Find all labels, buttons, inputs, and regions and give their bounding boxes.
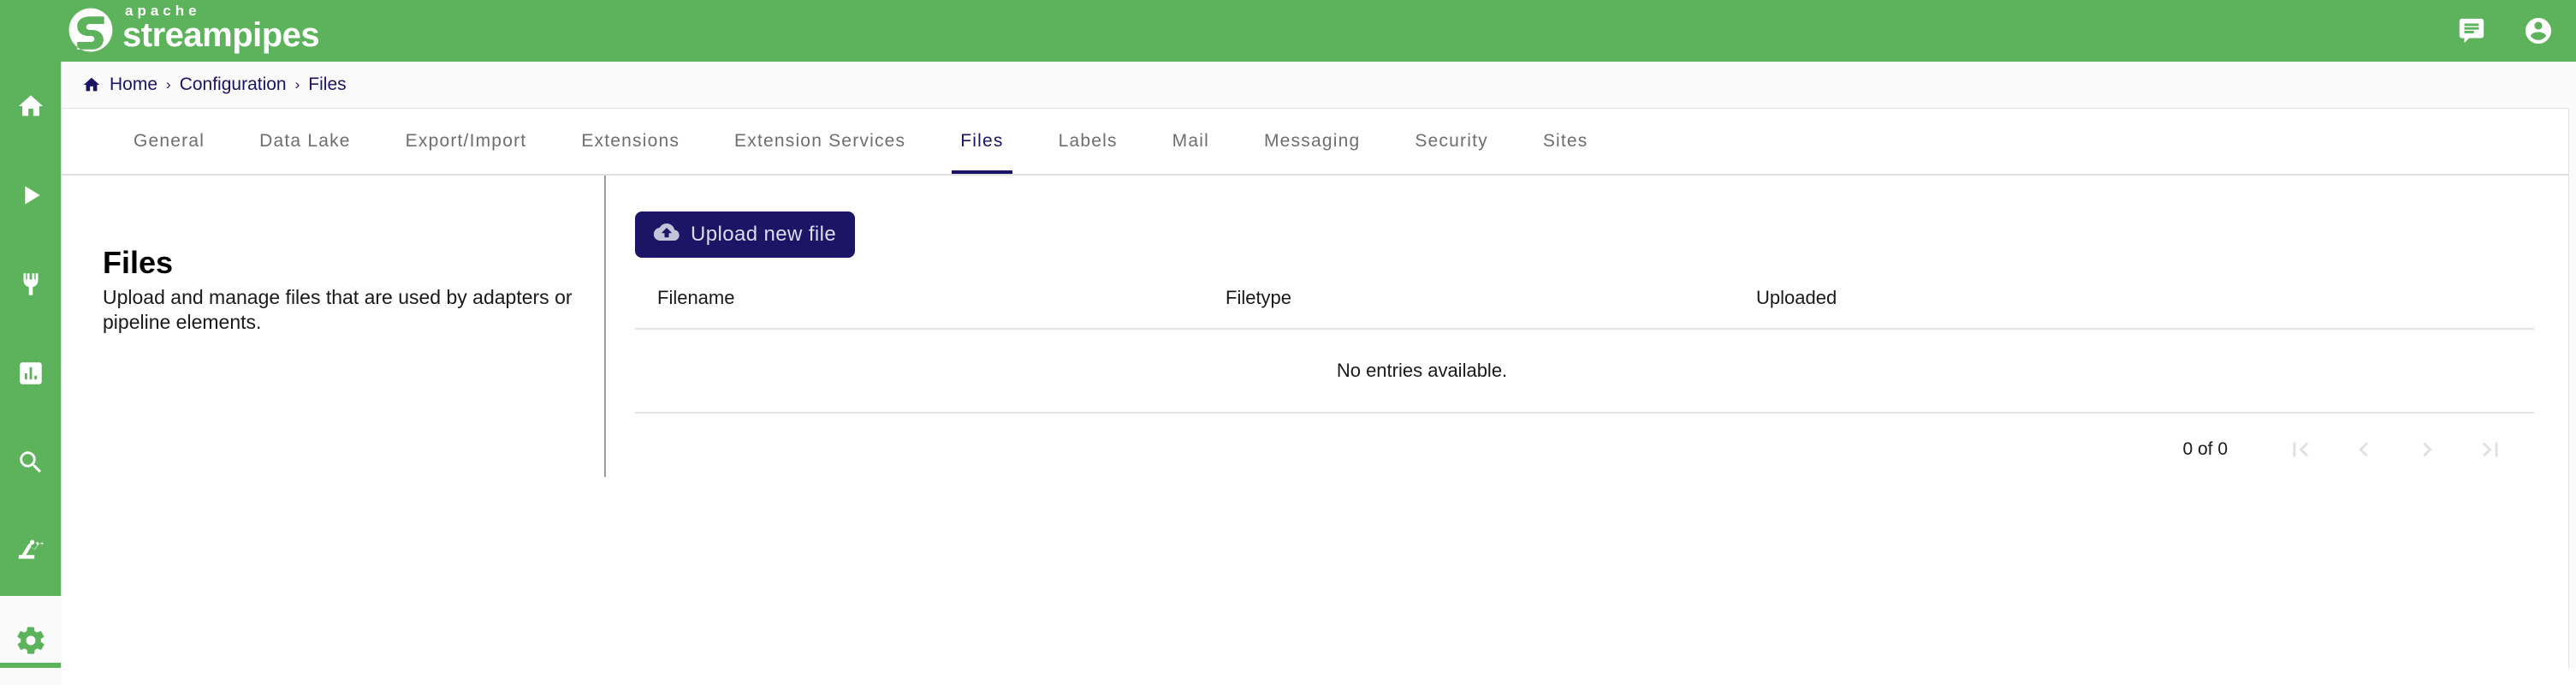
tab-messaging[interactable]: Messaging	[1237, 109, 1387, 174]
tab-label: Mail	[1172, 131, 1209, 152]
last-page-icon	[2476, 435, 2505, 464]
sidebar-item-pipelines[interactable]	[0, 151, 62, 240]
app-header: apache streampipes	[0, 0, 2576, 62]
table-empty-row: No entries available.	[635, 329, 2534, 413]
sidebar-item-configuration[interactable]	[0, 596, 62, 685]
files-table-panel: Upload new file Filename Filetype Upload…	[606, 176, 2568, 668]
tab-label: Extensions	[581, 131, 680, 152]
files-panel: Files Upload and manage files that are u…	[62, 175, 2569, 668]
account-icon[interactable]	[2523, 15, 2554, 46]
tab-labels[interactable]: Labels	[1031, 109, 1145, 174]
tab-label: Messaging	[1264, 131, 1360, 152]
configuration-tabs: General Data Lake Export/Import Extensio…	[62, 108, 2569, 175]
breadcrumb-configuration[interactable]: Configuration	[180, 74, 287, 95]
upload-button-label: Upload new file	[691, 223, 836, 247]
play-icon	[17, 182, 45, 209]
table-paginator: 0 of 0	[635, 414, 2534, 485]
tab-label: Labels	[1059, 131, 1118, 152]
sidebar-item-home[interactable]	[0, 62, 62, 151]
column-header-filename[interactable]: Filename	[635, 287, 1226, 329]
breadcrumb-separator-2: ›	[294, 76, 302, 93]
page-description: Upload and manage files that are used by…	[103, 285, 580, 336]
sidebar-item-connect[interactable]	[0, 240, 62, 329]
table-header-row: Filename Filetype Uploaded	[635, 287, 2534, 329]
upload-new-file-button[interactable]: Upload new file	[635, 211, 855, 258]
breadcrumb: Home › Configuration › Files	[62, 62, 2576, 108]
page-title: Files	[103, 246, 580, 280]
feedback-icon[interactable]	[2456, 15, 2487, 46]
sidebar-item-assets[interactable]	[0, 507, 62, 596]
breadcrumb-separator-1: ›	[164, 76, 173, 93]
tab-extension-services[interactable]: Extension Services	[707, 109, 933, 174]
tab-label: General	[134, 131, 205, 152]
home-icon	[16, 92, 45, 121]
tab-export-import[interactable]: Export/Import	[378, 109, 555, 174]
tab-label: Export/Import	[406, 131, 527, 152]
paginator-range-label: 0 of 0	[2182, 439, 2228, 460]
tab-label: Sites	[1543, 131, 1588, 152]
logo-product-text: streampipes	[122, 19, 319, 51]
page-container: Home › Configuration › Files General Dat…	[62, 62, 2576, 668]
sidebar-item-dashboard[interactable]	[0, 329, 62, 418]
breadcrumb-home[interactable]: Home	[110, 74, 157, 95]
no-entries-message: No entries available.	[635, 329, 2534, 413]
breadcrumb-home-icon[interactable]	[82, 75, 101, 94]
tab-label: Extension Services	[734, 131, 905, 152]
tab-label: Files	[960, 131, 1003, 152]
search-icon	[16, 448, 45, 477]
files-table: Filename Filetype Uploaded No entries av…	[635, 287, 2534, 414]
description-panel: Files Upload and manage files that are u…	[62, 176, 606, 477]
tab-label: Security	[1415, 131, 1487, 152]
column-header-filetype[interactable]: Filetype	[1226, 287, 1756, 329]
plug-icon	[16, 270, 45, 299]
paginator-next-page-button[interactable]	[2395, 418, 2459, 481]
tab-mail[interactable]: Mail	[1145, 109, 1237, 174]
paginator-last-page-button[interactable]	[2459, 418, 2522, 481]
tab-general[interactable]: General	[106, 109, 232, 174]
chevron-left-icon	[2349, 435, 2378, 464]
sidebar-nav	[0, 62, 62, 668]
paginator-first-page-button[interactable]	[2269, 418, 2332, 481]
robot-arm-icon	[16, 537, 45, 566]
breadcrumb-files: Files	[308, 74, 346, 95]
chevron-right-icon	[2413, 435, 2442, 464]
sidebar-item-data-explorer[interactable]	[0, 418, 62, 507]
files-table-head: Filename Filetype Uploaded	[635, 287, 2534, 329]
sidebar-active-accent	[0, 663, 61, 668]
paginator-previous-page-button[interactable]	[2332, 418, 2395, 481]
tab-files[interactable]: Files	[933, 109, 1030, 174]
column-header-uploaded[interactable]: Uploaded	[1756, 287, 2534, 329]
streampipes-logo-mark	[67, 6, 115, 54]
tab-extensions[interactable]: Extensions	[554, 109, 707, 174]
header-actions	[2456, 0, 2554, 62]
tab-sites[interactable]: Sites	[1516, 109, 1616, 174]
files-table-body: No entries available.	[635, 329, 2534, 413]
streampipes-logo[interactable]: apache streampipes	[67, 2, 319, 60]
cloud-upload-icon	[654, 219, 680, 251]
gear-icon	[15, 624, 47, 657]
tab-label: Data Lake	[259, 131, 351, 152]
tab-security[interactable]: Security	[1387, 109, 1515, 174]
tab-data-lake[interactable]: Data Lake	[232, 109, 378, 174]
chart-icon	[16, 359, 45, 388]
first-page-icon	[2286, 435, 2315, 464]
